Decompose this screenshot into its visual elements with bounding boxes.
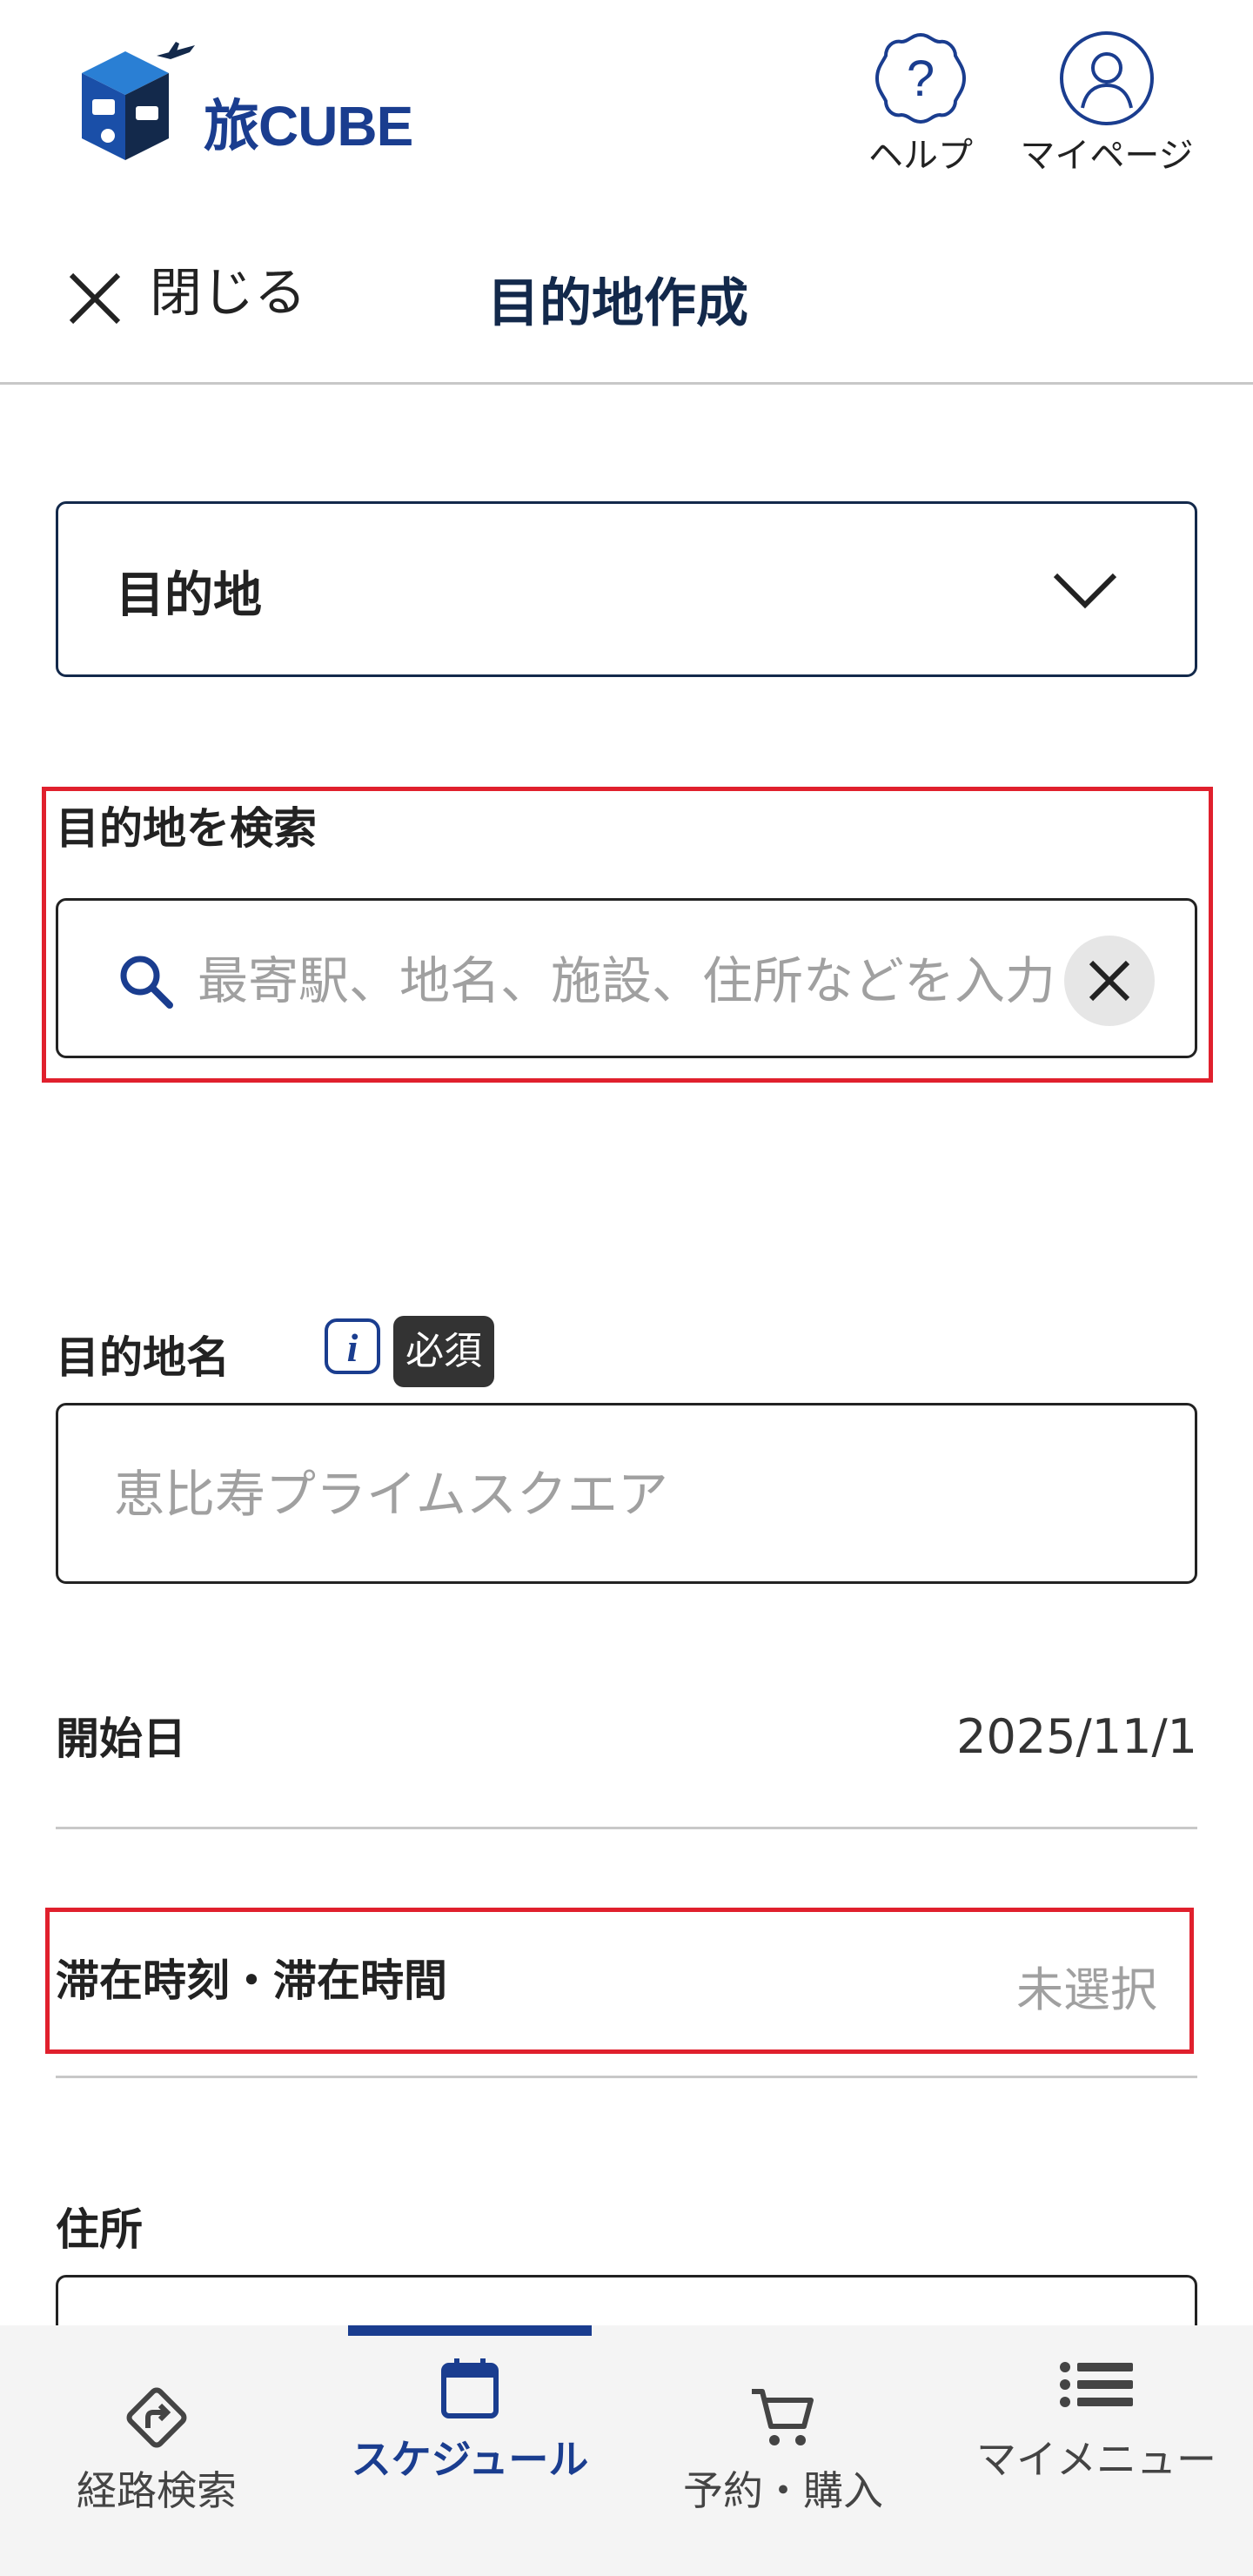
clear-search-button[interactable]: [1064, 936, 1155, 1026]
svg-text:i: i: [347, 1325, 358, 1370]
search-label: 目的地を検索: [56, 803, 317, 854]
mypage-button[interactable]: マイページ: [1020, 30, 1194, 176]
svg-text:?: ?: [907, 50, 935, 107]
cube-logo-icon: [82, 42, 195, 160]
bottom-navigation: 経路検索 スケジュール 予約・購入 マイメニュー: [0, 2325, 1253, 2576]
category-select[interactable]: 目的地: [56, 501, 1197, 677]
page-title: 目的地作成: [487, 273, 748, 334]
close-icon: [1089, 960, 1130, 1002]
help-label: ヘルプ: [868, 136, 973, 176]
route-sign-icon: [126, 2387, 187, 2448]
info-icon[interactable]: i: [324, 1318, 381, 1375]
logo-text: 旅CUBE: [204, 95, 413, 158]
nav-item-my-menu[interactable]: マイメニュー: [940, 2325, 1253, 2576]
nav-item-route-search[interactable]: 経路検索: [0, 2325, 313, 2576]
app-header: 旅CUBE ? ヘルプ マイページ: [0, 0, 1253, 176]
calendar-icon: [441, 2358, 499, 2418]
destination-name-label: 目的地名: [56, 1332, 230, 1383]
stay-time-label: 滞在時刻・滞在時間: [56, 1955, 447, 2006]
help-icon: ?: [874, 32, 967, 124]
nav-label: 経路検索: [77, 2467, 237, 2514]
active-tab-indicator: [348, 2325, 592, 2336]
stay-time-row[interactable]: 滞在時刻・滞在時間 未選択: [56, 1932, 1197, 2078]
nav-item-reservation[interactable]: 予約・購入: [626, 2325, 940, 2576]
cart-icon: [752, 2389, 814, 2445]
page-header-bar: 閉じる 目的地作成: [0, 207, 1253, 385]
chevron-down-icon: [1053, 573, 1117, 609]
category-select-value: 目的地: [116, 567, 262, 624]
close-icon: [69, 272, 121, 325]
destination-name-input[interactable]: [114, 1440, 1158, 1548]
nav-label: 予約・購入: [683, 2467, 883, 2514]
help-button[interactable]: ? ヘルプ: [834, 30, 1008, 176]
destination-name-field[interactable]: [56, 1403, 1197, 1584]
required-badge: 必須: [393, 1316, 494, 1387]
tabi-cube-logo[interactable]: 旅CUBE: [73, 38, 430, 169]
destination-name-label-row: 目的地名 i 必須: [56, 1314, 578, 1387]
destination-search-input[interactable]: [198, 927, 1120, 1035]
destination-search-box[interactable]: [56, 898, 1197, 1058]
address-label: 住所: [56, 2204, 143, 2255]
list-menu-icon: [1060, 2362, 1133, 2407]
start-date-row[interactable]: 開始日 2025/11/1: [56, 1688, 1197, 1829]
start-date-value: 2025/11/1: [956, 1709, 1197, 1764]
nav-label: マイメニュー: [976, 2436, 1216, 2483]
user-icon: [1060, 31, 1154, 125]
search-icon: [120, 956, 173, 1009]
start-date-label: 開始日: [56, 1714, 186, 1764]
close-button[interactable]: 閉じる: [63, 259, 306, 338]
close-label: 閉じる: [150, 262, 306, 324]
nav-label: スケジュール: [351, 2436, 589, 2483]
mypage-label: マイページ: [1020, 136, 1194, 176]
stay-time-value: 未選択: [1016, 1962, 1157, 2017]
nav-item-schedule[interactable]: スケジュール: [313, 2325, 626, 2576]
